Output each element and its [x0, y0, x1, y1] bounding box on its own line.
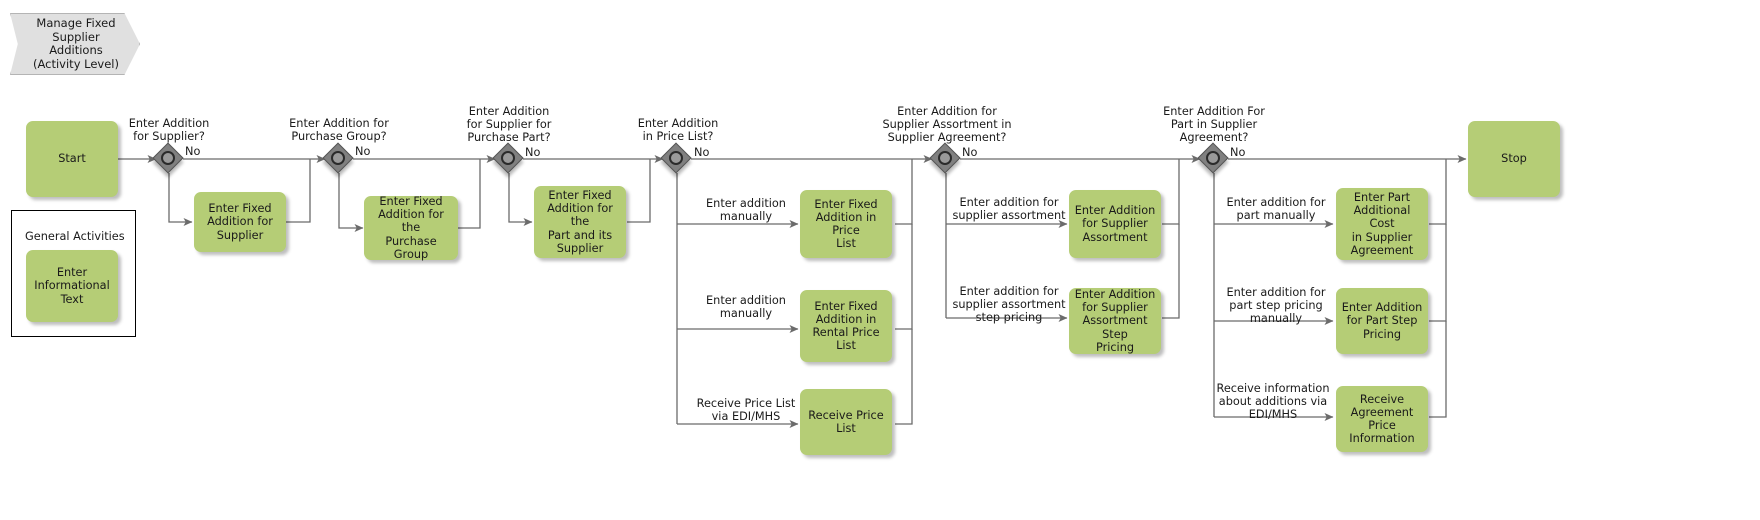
edge-label-part-edi: Receive information about additions via …: [1216, 382, 1330, 422]
activity-receive-price-list[interactable]: Receive Price List: [800, 389, 892, 455]
edge-label-no-part-agreement: No: [1230, 146, 1246, 159]
general-activities-title: General Activities: [25, 230, 125, 243]
edge-label-part-manual: Enter addition for part manually: [1226, 196, 1326, 223]
diagram-canvas: Manage Fixed Supplier Additions (Activit…: [0, 0, 1760, 520]
activity-fixed-addition-rental-price-list[interactable]: Enter Fixed Addition in Rental Price Lis…: [800, 290, 892, 362]
gateway-ring-icon: [938, 151, 952, 165]
gateway-supplier[interactable]: [152, 142, 184, 174]
gateway-part-agreement[interactable]: [1197, 142, 1229, 174]
edge-label-price-list-edi: Receive Price List via EDI/MHS: [696, 397, 796, 424]
edge-label-no-price-list: No: [694, 146, 710, 159]
gateway-ring-icon: [501, 151, 515, 165]
activity-fixed-addition-purchase-group[interactable]: Enter Fixed Addition for the Purchase Gr…: [364, 195, 458, 261]
activity-addition-supplier-assortment[interactable]: Enter Addition for Supplier Assortment: [1069, 190, 1161, 258]
gateway-question-purchase-part: Enter Addition for Supplier for Purchase…: [466, 105, 552, 145]
gateway-question-purchase-group: Enter Addition for Purchase Group?: [289, 117, 389, 144]
edge-label-assortment-step-pricing: Enter addition for supplier assortment s…: [952, 285, 1066, 325]
gateway-supplier-assortment[interactable]: [929, 142, 961, 174]
activity-fixed-addition-supplier[interactable]: Enter Fixed Addition for Supplier: [194, 192, 286, 252]
activity-fixed-addition-part-supplier[interactable]: Enter Fixed Addition for the Part and it…: [534, 186, 626, 258]
edge-label-assortment-manual: Enter addition for supplier assortment: [952, 196, 1066, 223]
gateway-purchase-group[interactable]: [322, 142, 354, 174]
activity-addition-supplier-assortment-step-pricing[interactable]: Enter Addition for Supplier Assortment S…: [1069, 288, 1161, 354]
activity-fixed-addition-price-list[interactable]: Enter Fixed Addition in Price List: [800, 190, 892, 258]
activity-receive-agreement-price-information[interactable]: Receive Agreement Price Information: [1336, 386, 1428, 452]
activity-enter-informational-text[interactable]: Enter Informational Text: [26, 250, 118, 322]
edge-label-no-supplier: No: [185, 145, 201, 158]
edge-label-no-supplier-assortment: No: [962, 146, 978, 159]
edge-label-no-purchase-group: No: [355, 145, 371, 158]
gateway-purchase-part[interactable]: [492, 142, 524, 174]
activity-addition-part-step-pricing[interactable]: Enter Addition for Part Step Pricing: [1336, 288, 1428, 354]
activity-stop[interactable]: Stop: [1468, 121, 1560, 197]
gateway-price-list[interactable]: [660, 142, 692, 174]
gateway-question-supplier-assortment: Enter Addition for Supplier Assortment i…: [882, 105, 1012, 145]
edge-label-part-step-pricing-manual: Enter addition for part step pricing man…: [1226, 286, 1326, 326]
gateway-question-supplier: Enter Addition for Supplier?: [128, 117, 210, 144]
gateway-question-price-list: Enter Addition in Price List?: [637, 117, 719, 144]
edge-label-price-list-manual-1: Enter addition manually: [706, 197, 786, 224]
activity-part-additional-cost[interactable]: Enter Part Additional Cost in Supplier A…: [1336, 188, 1428, 260]
edge-label-no-purchase-part: No: [525, 146, 541, 159]
gateway-ring-icon: [1206, 151, 1220, 165]
gateway-ring-icon: [331, 151, 345, 165]
gateway-ring-icon: [161, 151, 175, 165]
gateway-question-part-agreement: Enter Addition For Part in Supplier Agre…: [1163, 105, 1265, 145]
gateway-ring-icon: [669, 151, 683, 165]
diagram-title-banner: Manage Fixed Supplier Additions (Activit…: [10, 13, 140, 75]
edge-label-price-list-manual-2: Enter addition manually: [706, 294, 786, 321]
